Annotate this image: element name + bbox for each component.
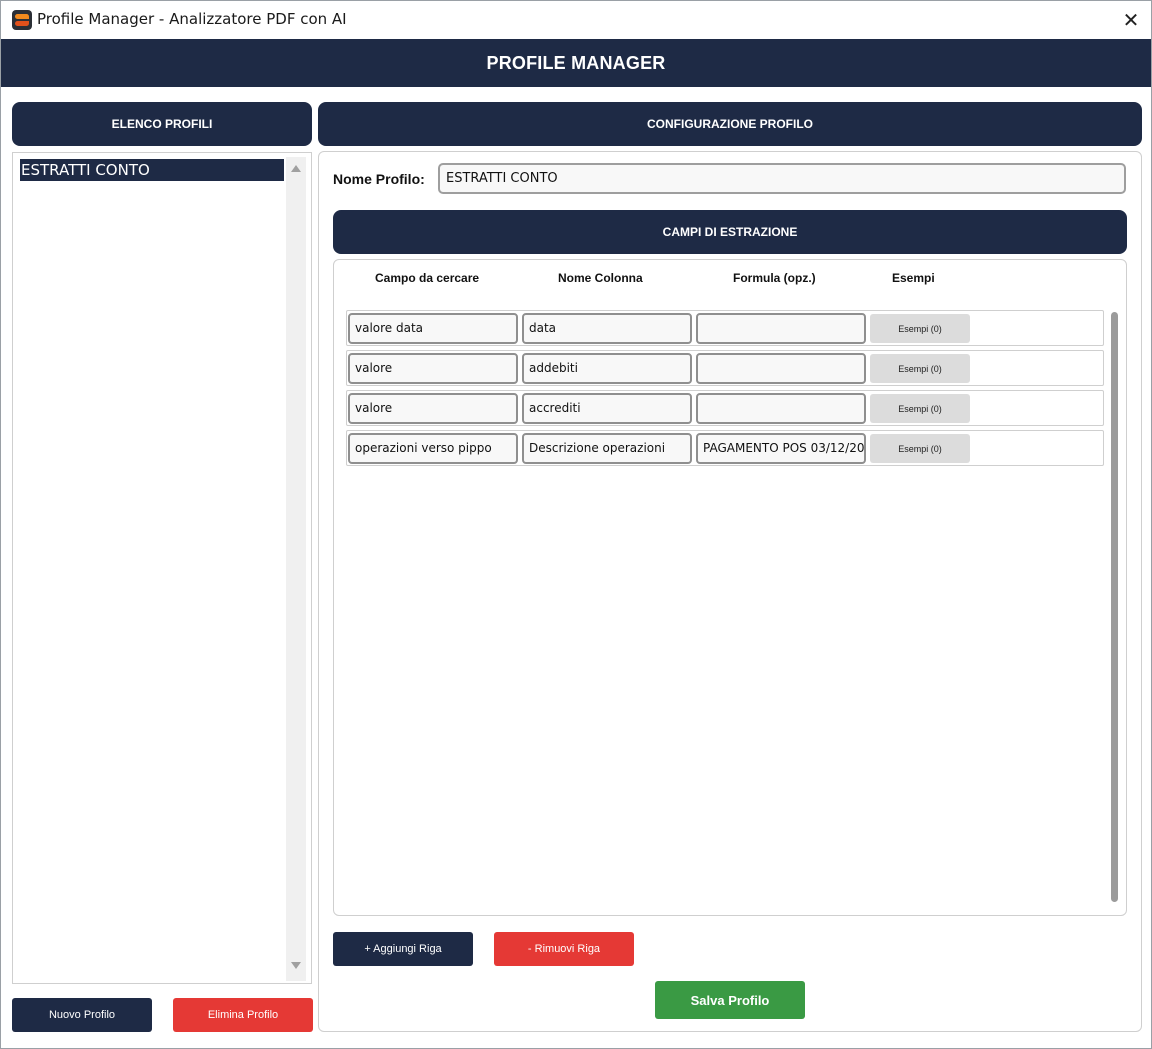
examples-button[interactable]: Esempi (0) bbox=[870, 354, 970, 383]
search-field-input[interactable]: operazioni verso pippo bbox=[348, 433, 518, 464]
scroll-up-arrow-icon[interactable] bbox=[291, 165, 301, 172]
formula-input[interactable]: PAGAMENTO POS 03/12/2024 bbox=[696, 433, 866, 464]
column-name-input[interactable]: Descrizione operazioni bbox=[522, 433, 692, 464]
profile-manager-window: Profile Manager - Analizzatore PDF con A… bbox=[0, 0, 1152, 1049]
search-field-input[interactable]: valore bbox=[348, 393, 518, 424]
save-profile-button[interactable]: Salva Profilo bbox=[655, 981, 805, 1019]
profile-config-heading: CONFIGURAZIONE PROFILO bbox=[318, 102, 1142, 146]
column-header-examples: Esempi bbox=[892, 271, 935, 285]
new-profile-button[interactable]: Nuovo Profilo bbox=[12, 998, 152, 1032]
title-bar: Profile Manager - Analizzatore PDF con A… bbox=[1, 1, 1151, 39]
field-row: valore addebiti Esempi (0) bbox=[346, 350, 1104, 386]
close-icon[interactable]: ✕ bbox=[1111, 1, 1151, 39]
column-name-input[interactable]: data bbox=[522, 313, 692, 344]
fields-scrollbar[interactable] bbox=[1111, 312, 1118, 902]
examples-button[interactable]: Esempi (0) bbox=[870, 394, 970, 423]
formula-input[interactable] bbox=[696, 353, 866, 384]
formula-input[interactable] bbox=[696, 313, 866, 344]
app-logo-icon bbox=[12, 10, 32, 30]
column-header-column-name: Nome Colonna bbox=[558, 271, 643, 285]
extraction-fields-heading: CAMPI DI ESTRAZIONE bbox=[333, 210, 1127, 254]
delete-profile-button[interactable]: Elimina Profilo bbox=[173, 998, 313, 1032]
examples-button[interactable]: Esempi (0) bbox=[870, 434, 970, 463]
add-row-button[interactable]: + Aggiungi Riga bbox=[333, 932, 473, 966]
scroll-down-arrow-icon[interactable] bbox=[291, 962, 301, 969]
profiles-listbox[interactable]: ESTRATTI CONTO bbox=[12, 152, 312, 984]
column-header-formula: Formula (opz.) bbox=[733, 271, 816, 285]
profiles-scrollbar[interactable] bbox=[286, 157, 306, 981]
page-title: PROFILE MANAGER bbox=[486, 52, 666, 73]
formula-input[interactable] bbox=[696, 393, 866, 424]
field-row: operazioni verso pippo Descrizione opera… bbox=[346, 430, 1104, 466]
remove-row-button[interactable]: - Rimuovi Riga bbox=[494, 932, 634, 966]
app-header: PROFILE MANAGER bbox=[1, 39, 1151, 87]
search-field-input[interactable]: valore bbox=[348, 353, 518, 384]
column-name-input[interactable]: addebiti bbox=[522, 353, 692, 384]
profiles-list-heading: ELENCO PROFILI bbox=[12, 102, 312, 146]
profile-list-item[interactable]: ESTRATTI CONTO bbox=[20, 159, 284, 181]
column-header-search-field: Campo da cercare bbox=[375, 271, 480, 285]
column-name-input[interactable]: accrediti bbox=[522, 393, 692, 424]
field-row: valore accrediti Esempi (0) bbox=[346, 390, 1104, 426]
search-field-input[interactable]: valore data bbox=[348, 313, 518, 344]
profile-name-input[interactable]: ESTRATTI CONTO bbox=[438, 163, 1126, 194]
examples-button[interactable]: Esempi (0) bbox=[870, 314, 970, 343]
field-row: valore data data Esempi (0) bbox=[346, 310, 1104, 346]
profile-name-label: Nome Profilo: bbox=[333, 171, 425, 187]
window-title: Profile Manager - Analizzatore PDF con A… bbox=[37, 10, 347, 28]
